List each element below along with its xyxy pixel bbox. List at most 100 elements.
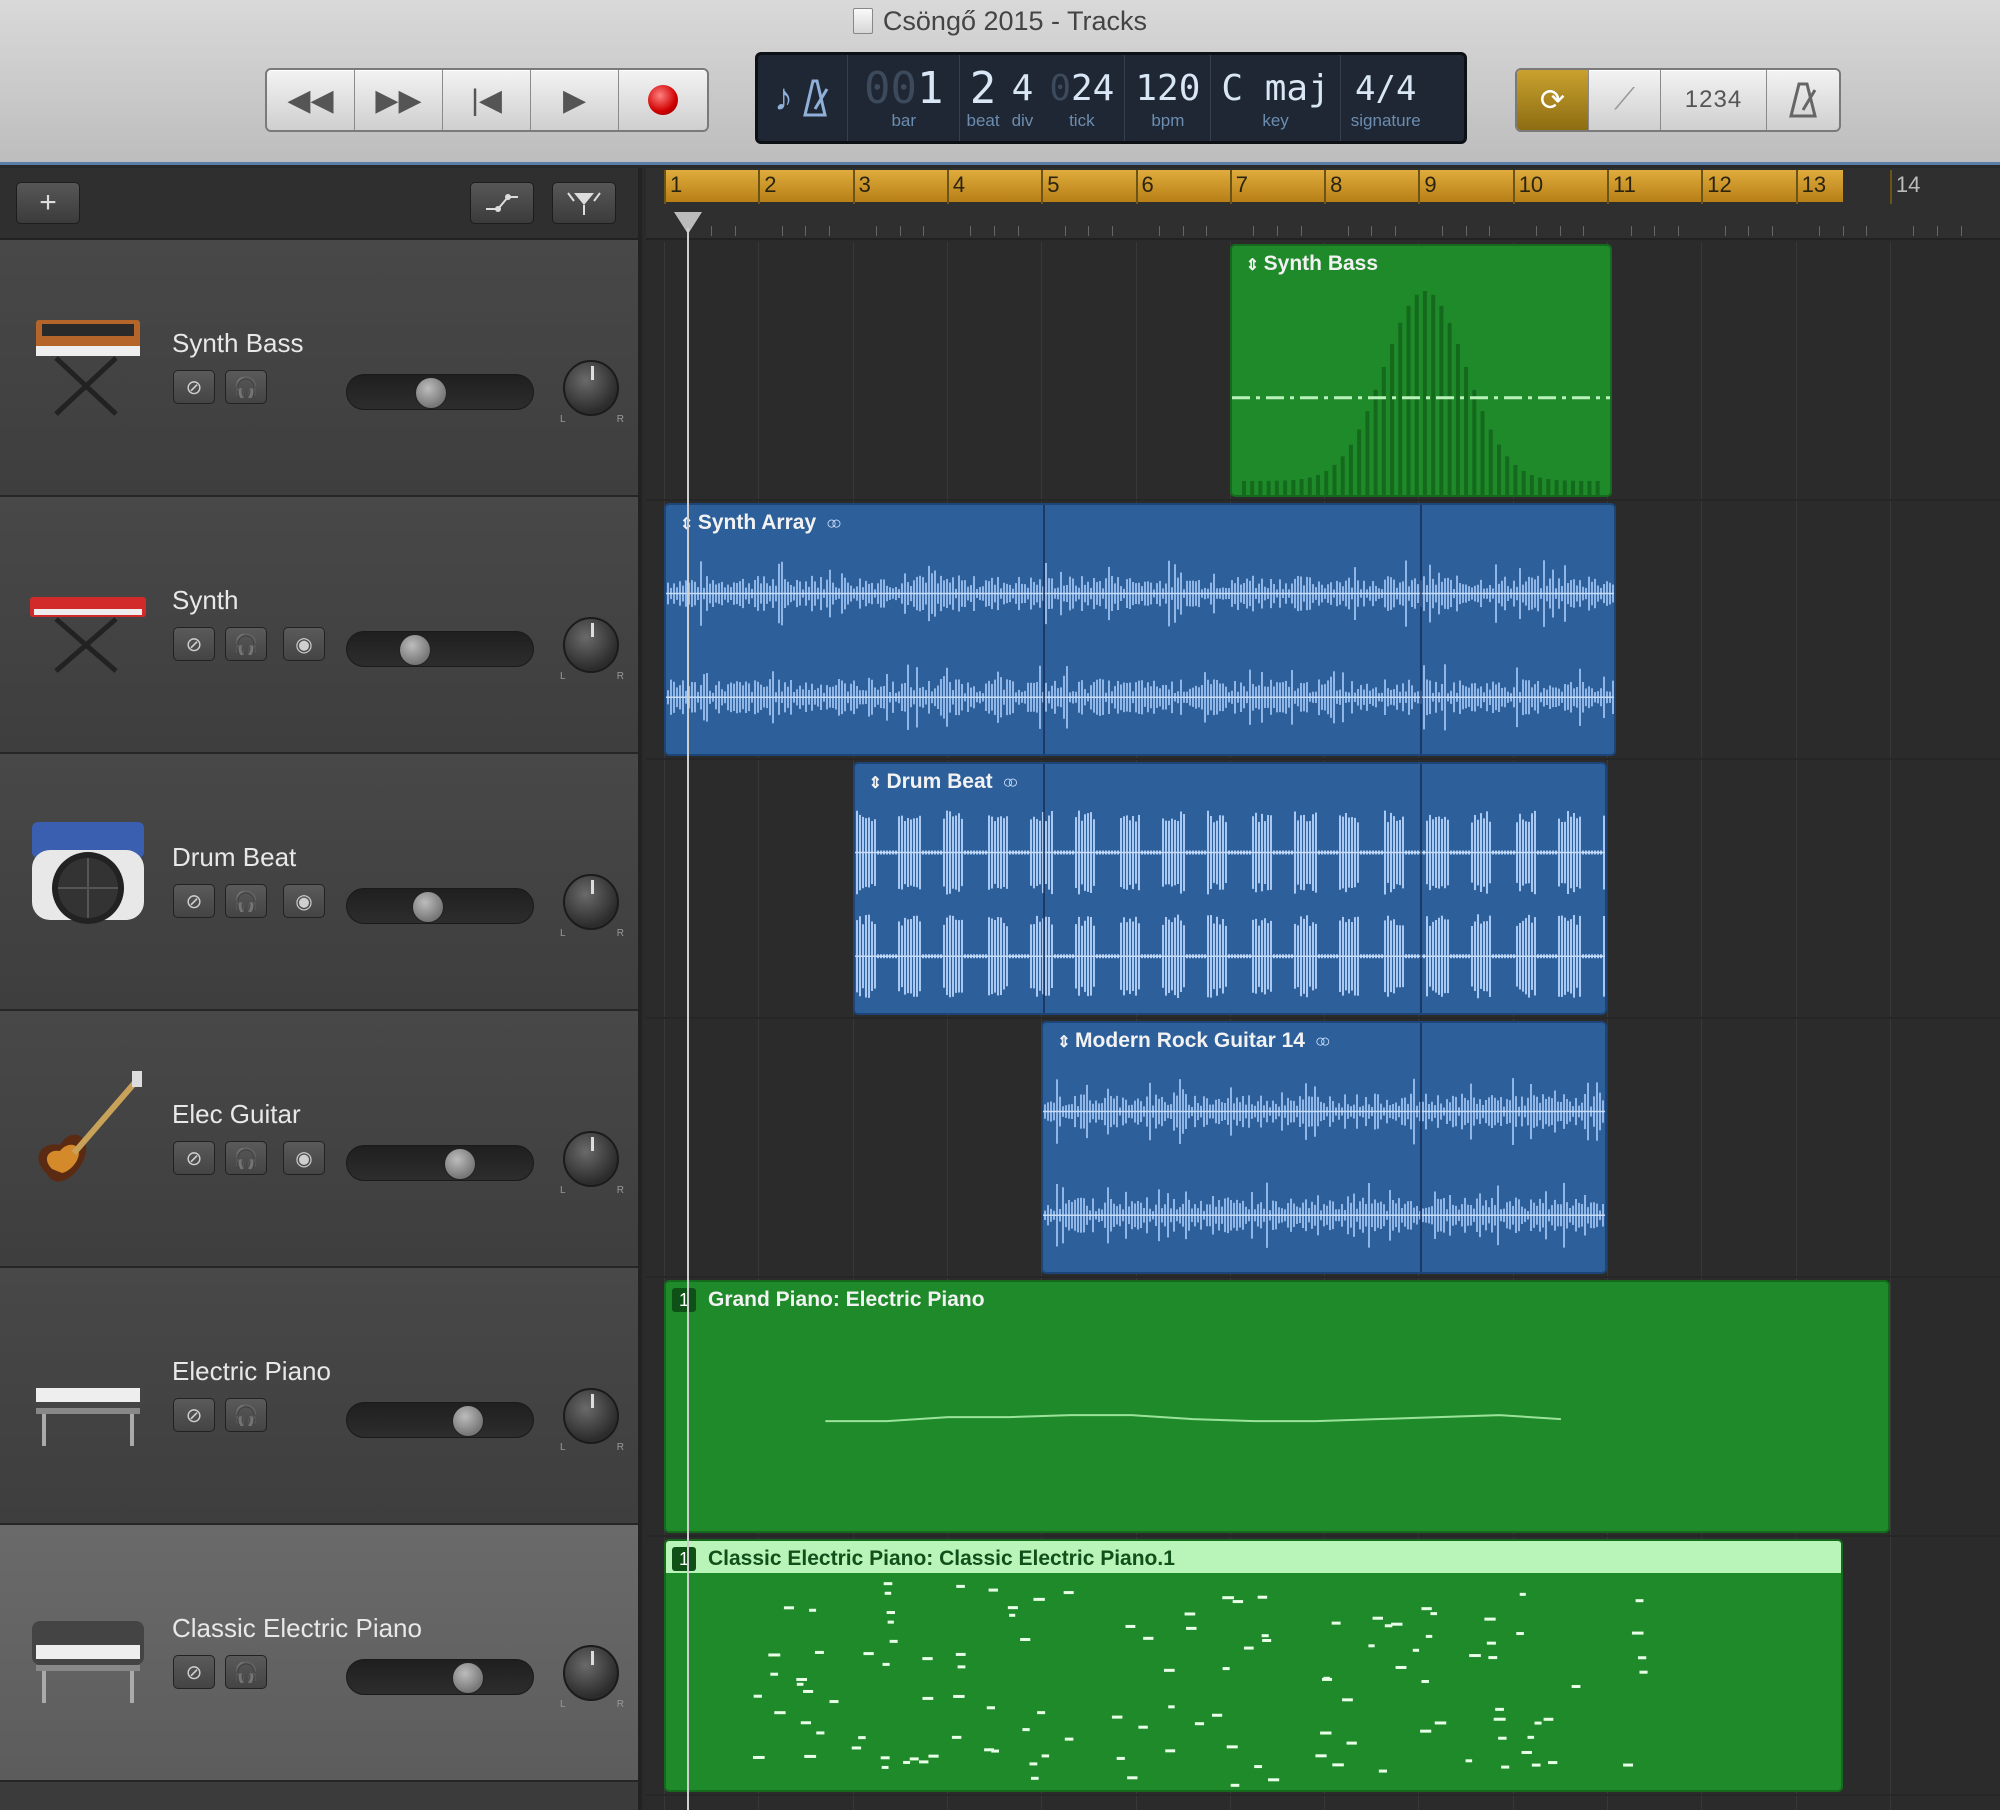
pan-knob[interactable] — [563, 1388, 619, 1444]
track-header[interactable]: Classic Electric Piano ⊘ 🎧 L R — [0, 1525, 638, 1782]
region[interactable]: ⇕ Modern Rock Guitar 14 ○○ — [1041, 1021, 1607, 1274]
lcd-display[interactable]: ♪ 001 bar 2 beat 4 div 024 tick 120 bpm — [755, 52, 1467, 144]
midi-notes — [752, 1582, 1648, 1787]
go-to-start-icon: |◀ — [471, 83, 502, 117]
add-track-button[interactable]: + — [16, 182, 80, 224]
apple-loop-icon: ○○ — [826, 513, 842, 533]
mute-button[interactable]: ⊘ — [173, 1655, 215, 1689]
region-number-badge: 1 — [672, 1547, 696, 1571]
mute-button[interactable]: ⊘ — [173, 627, 215, 661]
track-header[interactable]: Electric Piano ⊘ 🎧 L R — [0, 1268, 638, 1525]
lcd-signature-value: 4/4 — [1355, 69, 1417, 109]
lcd-div[interactable]: 4 div — [1006, 55, 1040, 141]
tracks-area[interactable]: 1 2 3 4 5 6 7 8 9 10 11 12 13 14 ⇕ Synth Bass ⇕ Synth … — [646, 168, 2000, 1810]
ruler[interactable]: 1 2 3 4 5 6 7 8 9 10 11 12 13 14 — [646, 168, 2000, 240]
solo-button[interactable]: 🎧 — [225, 627, 267, 661]
tuner-button[interactable]: ⟋ — [1589, 70, 1661, 130]
volume-slider[interactable] — [346, 1402, 534, 1438]
go-to-start-button[interactable]: |◀ — [443, 70, 531, 130]
solo-button[interactable]: 🎧 — [225, 1655, 267, 1689]
pan-knob[interactable] — [563, 617, 619, 673]
volume-slider-knob[interactable] — [451, 1662, 484, 1694]
solo-button[interactable]: 🎧 — [225, 1141, 267, 1175]
lcd-mode-icons[interactable]: ♪ — [758, 55, 848, 141]
record-enable-button[interactable]: ◉ — [283, 884, 325, 918]
region-menu-icon[interactable]: ⇕ — [1057, 1034, 1075, 1051]
track-header[interactable]: Drum Beat ⊘ 🎧 ◉ L R — [0, 754, 638, 1011]
fast-forward-button[interactable]: ▶▶ — [355, 70, 443, 130]
lcd-beat[interactable]: 2 beat — [960, 55, 1005, 141]
track-header[interactable]: Elec Guitar ⊘ 🎧 ◉ L R — [0, 1011, 638, 1268]
mute-button[interactable]: ⊘ — [173, 1141, 215, 1175]
lcd-tempo[interactable]: 120 bpm — [1125, 55, 1212, 141]
lcd-signature[interactable]: 4/4 signature — [1341, 55, 1431, 141]
metronome-button[interactable] — [1767, 70, 1839, 130]
region-menu-icon[interactable]: ⇕ — [680, 516, 698, 533]
instrument-icon — [26, 1324, 150, 1454]
record-enable-button[interactable]: ◉ — [283, 627, 325, 661]
beat-tick — [1677, 226, 1679, 236]
beat-tick — [1724, 226, 1726, 236]
audio-waveform — [854, 810, 1605, 999]
note-icon: ♪ — [774, 76, 793, 119]
volume-slider-knob[interactable] — [412, 891, 445, 923]
region[interactable]: ⇕ Synth Bass — [1229, 244, 1612, 497]
region-menu-icon[interactable]: ⇕ — [1246, 257, 1264, 274]
region-menu-icon[interactable]: ⇕ — [869, 775, 887, 792]
plus-icon: + — [39, 186, 57, 219]
play-button[interactable]: ▶ — [531, 70, 619, 130]
cycle-region[interactable] — [664, 170, 1843, 202]
region[interactable]: 1 Grand Piano: Electric Piano — [664, 1280, 1890, 1533]
solo-button[interactable]: 🎧 — [225, 1398, 267, 1432]
solo-button[interactable]: 🎧 — [225, 884, 267, 918]
volume-slider-knob[interactable] — [444, 1148, 477, 1180]
automation-button[interactable] — [470, 182, 534, 224]
track-header[interactable]: Synth ⊘ 🎧 ◉ L R — [0, 497, 638, 754]
track-buttons: ⊘ 🎧 — [173, 1655, 267, 1689]
headphones-icon: 🎧 — [233, 890, 259, 913]
record-enable-icon: ◉ — [295, 633, 313, 656]
mute-button[interactable]: ⊘ — [173, 370, 215, 404]
volume-slider[interactable] — [346, 374, 534, 410]
track-list: Synth Bass ⊘ 🎧 L R Synth ⊘ 🎧 ◉ L R Drum Beat ⊘ 🎧 ◉ L R El… — [0, 240, 638, 1782]
catch-playhead-button[interactable] — [552, 182, 616, 224]
region[interactable]: 1 Classic Electric Piano: Classic Electri… — [664, 1539, 1843, 1792]
volume-slider[interactable] — [346, 631, 534, 667]
region[interactable]: ⇕ Drum Beat ○○ — [852, 762, 1607, 1015]
rewind-button[interactable]: ◀◀ — [267, 70, 355, 130]
metronome-icon — [1789, 82, 1817, 118]
pan-knob[interactable] — [563, 360, 619, 416]
lcd-bar[interactable]: 001 bar — [848, 55, 961, 141]
bar-tick — [1041, 170, 1044, 204]
volume-slider[interactable] — [346, 1659, 534, 1695]
lcd-tick[interactable]: 024 tick — [1039, 55, 1126, 141]
volume-slider-knob[interactable] — [398, 634, 431, 666]
volume-slider-knob[interactable] — [451, 1405, 484, 1437]
beat-tick — [1441, 226, 1443, 236]
lcd-div-label: div — [1011, 111, 1034, 130]
playhead[interactable] — [686, 228, 689, 1810]
count-in-button[interactable]: 1234 — [1661, 70, 1767, 130]
volume-slider-knob[interactable] — [415, 377, 448, 409]
audio-waveform — [666, 560, 1615, 731]
record-button[interactable] — [619, 70, 707, 130]
mute-button[interactable]: ⊘ — [173, 1398, 215, 1432]
volume-slider[interactable] — [346, 1145, 534, 1181]
beat-tick — [1253, 226, 1255, 236]
cycle-button[interactable]: ⟳ — [1517, 70, 1589, 130]
beat-tick — [923, 226, 925, 236]
pan-knob[interactable] — [563, 1645, 619, 1701]
lcd-key[interactable]: C maj key — [1211, 55, 1341, 141]
record-enable-button[interactable]: ◉ — [283, 1141, 325, 1175]
pan-knob[interactable] — [563, 874, 619, 930]
lcd-tick-value: 24 — [1071, 68, 1115, 109]
track-header[interactable]: Synth Bass ⊘ 🎧 L R — [0, 240, 638, 497]
loop-boundary — [1420, 505, 1423, 754]
region[interactable]: ⇕ Synth Array ○○ — [664, 503, 1617, 756]
mode-buttons: ⟳ ⟋ 1234 — [1515, 68, 1841, 132]
mute-button[interactable]: ⊘ — [173, 884, 215, 918]
pan-knob[interactable] — [563, 1131, 619, 1187]
solo-button[interactable]: 🎧 — [225, 370, 267, 404]
beat-tick — [1583, 226, 1585, 236]
volume-slider[interactable] — [346, 888, 534, 924]
